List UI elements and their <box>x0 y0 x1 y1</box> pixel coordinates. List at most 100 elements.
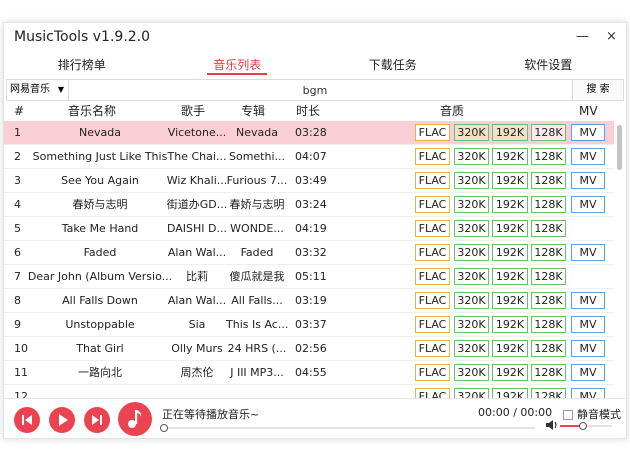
table-row[interactable]: 11 一路向北 周杰伦 J III MP3... 04:55 FLAC 320K 192K 12… <box>4 361 614 385</box>
song-artist: DAISHI D... <box>166 222 227 235</box>
volume-icon[interactable] <box>545 419 559 431</box>
time-display: 00:00 / 00:00 <box>478 406 553 419</box>
quality-button-128k[interactable]: 128K <box>531 196 566 213</box>
song-artist: Wiz Khali... <box>166 174 228 187</box>
quality-button-flac[interactable]: FLAC <box>415 244 450 261</box>
mv-button[interactable]: MV <box>571 124 605 141</box>
tab-downloads[interactable]: 下载任务 <box>315 55 471 77</box>
quality-button-128k[interactable]: 128K <box>531 316 566 333</box>
song-duration: 03:24 <box>295 198 327 211</box>
quality-button-128k[interactable]: 128K <box>531 148 566 165</box>
quality-button-128k[interactable]: 128K <box>531 268 566 285</box>
quality-button-320k[interactable]: 320K <box>454 340 489 357</box>
quality-button-192k[interactable]: 192K <box>492 268 528 285</box>
quality-button-128k[interactable]: 128K <box>531 388 566 398</box>
table-row[interactable]: 5 Take Me Hand DAISHI D... WONDE... 04:19 FLA… <box>4 217 614 241</box>
mv-button[interactable]: MV <box>571 388 605 398</box>
table-row[interactable]: 2 Something Just Like This The Chai... Some… <box>4 145 614 169</box>
song-duration: 05:11 <box>295 270 327 283</box>
quality-button-320k[interactable]: 320K <box>454 268 489 285</box>
quality-button-128k[interactable]: 128K <box>531 364 566 381</box>
quality-button-320k[interactable]: 320K <box>454 196 489 213</box>
previous-button[interactable] <box>14 407 40 433</box>
quality-button-320k[interactable]: 320K <box>454 388 489 398</box>
quality-button-128k[interactable]: 128K <box>531 220 566 237</box>
quality-button-flac[interactable]: FLAC <box>415 196 450 213</box>
search-button[interactable]: 搜 索 <box>572 80 623 100</box>
now-playing-status: 正在等待播放音乐~ <box>162 408 260 421</box>
quality-button-flac[interactable]: FLAC <box>415 268 450 285</box>
table-row[interactable]: 12 FLAC 320K 192K 128K MV <box>4 385 614 398</box>
table-row[interactable]: 1 Nevada Vicetone... Nevada 03:28 FLAC 320K 192… <box>4 121 614 145</box>
quality-button-flac[interactable]: FLAC <box>415 292 450 309</box>
volume-slider[interactable] <box>560 422 612 430</box>
minimize-button[interactable]: — <box>576 29 589 44</box>
table-row[interactable]: 7 Dear John (Album Versio... 比莉 傻瓜就是我 05:11 F… <box>4 265 614 289</box>
volume-knob[interactable] <box>578 422 587 430</box>
quality-button-320k[interactable]: 320K <box>454 292 489 309</box>
quality-button-128k[interactable]: 128K <box>531 292 566 309</box>
search-input[interactable] <box>70 80 560 100</box>
quality-button-320k[interactable]: 320K <box>454 172 489 189</box>
quality-button-320k[interactable]: 320K <box>454 316 489 333</box>
play-button[interactable] <box>49 407 75 433</box>
mv-button[interactable]: MV <box>571 292 605 309</box>
quality-button-320k[interactable]: 320K <box>454 124 489 141</box>
quality-button-flac[interactable]: FLAC <box>415 148 450 165</box>
quality-button-320k[interactable]: 320K <box>454 244 489 261</box>
quality-button-192k[interactable]: 192K <box>492 388 528 398</box>
quality-button-192k[interactable]: 192K <box>492 220 528 237</box>
quality-button-flac[interactable]: FLAC <box>415 220 450 237</box>
mv-button[interactable]: MV <box>571 340 605 357</box>
next-button[interactable] <box>84 407 110 433</box>
quality-button-320k[interactable]: 320K <box>454 220 489 237</box>
quality-button-320k[interactable]: 320K <box>454 148 489 165</box>
quality-button-flac[interactable]: FLAC <box>415 364 450 381</box>
mv-button[interactable]: MV <box>571 364 605 381</box>
quality-button-128k[interactable]: 128K <box>531 340 566 357</box>
tab-settings[interactable]: 软件设置 <box>471 55 627 77</box>
quality-button-flac[interactable]: FLAC <box>415 340 450 357</box>
mute-checkbox[interactable]: 静音模式 <box>563 406 621 422</box>
mv-button[interactable]: MV <box>571 244 605 261</box>
progress-slider[interactable] <box>160 424 535 432</box>
close-button[interactable]: × <box>606 29 617 44</box>
album-cover[interactable] <box>118 402 152 436</box>
quality-button-192k[interactable]: 192K <box>492 292 528 309</box>
quality-button-320k[interactable]: 320K <box>454 364 489 381</box>
quality-button-128k[interactable]: 128K <box>531 124 566 141</box>
table-row[interactable]: 4 春娇与志明 街道办GD... 春娇与志明 03:24 FLAC 320K 192K 128K… <box>4 193 614 217</box>
quality-button-128k[interactable]: 128K <box>531 244 566 261</box>
quality-button-192k[interactable]: 192K <box>492 340 528 357</box>
quality-button-flac[interactable]: FLAC <box>415 172 450 189</box>
mv-button[interactable]: MV <box>571 148 605 165</box>
song-artist: Alan Wal... <box>167 246 227 259</box>
source-select[interactable]: 网易音乐 ▼ <box>7 80 69 100</box>
mv-button[interactable]: MV <box>571 172 605 189</box>
mv-button[interactable]: MV <box>571 196 605 213</box>
quality-button-192k[interactable]: 192K <box>492 244 528 261</box>
quality-button-128k[interactable]: 128K <box>531 172 566 189</box>
table-row[interactable]: 8 All Falls Down Alan Wal... All Falls... 03… <box>4 289 614 313</box>
tab-music-list[interactable]: 音乐列表 <box>160 55 316 77</box>
tab-rankings[interactable]: 排行榜单 <box>4 55 160 77</box>
quality-button-192k[interactable]: 192K <box>492 196 528 213</box>
scrollbar[interactable] <box>616 121 624 398</box>
quality-button-192k[interactable]: 192K <box>492 172 528 189</box>
quality-button-192k[interactable]: 192K <box>492 148 528 165</box>
quality-button-flac[interactable]: FLAC <box>415 316 450 333</box>
table-row[interactable]: 3 See You Again Wiz Khali... Furious 7... 03… <box>4 169 614 193</box>
quality-button-192k[interactable]: 192K <box>492 316 528 333</box>
table-row[interactable]: 10 That Girl Olly Murs 24 HRS (... 02:56 FLAC… <box>4 337 614 361</box>
search-bar: 网易音乐 ▼ 搜 索 <box>6 79 624 101</box>
progress-knob[interactable] <box>160 424 168 432</box>
table-row[interactable]: 9 Unstoppable Sia This Is Ac... 03:37 FLAC 320… <box>4 313 614 337</box>
quality-button-192k[interactable]: 192K <box>492 364 528 381</box>
checkbox-box[interactable] <box>563 410 573 420</box>
quality-button-192k[interactable]: 192K <box>492 124 528 141</box>
mv-button[interactable]: MV <box>571 316 605 333</box>
table-row[interactable]: 6 Faded Alan Wal... Faded 03:32 FLAC 320K 192K 1… <box>4 241 614 265</box>
quality-button-flac[interactable]: FLAC <box>415 388 450 398</box>
quality-button-flac[interactable]: FLAC <box>415 124 450 141</box>
scrollbar-thumb[interactable] <box>617 125 622 170</box>
